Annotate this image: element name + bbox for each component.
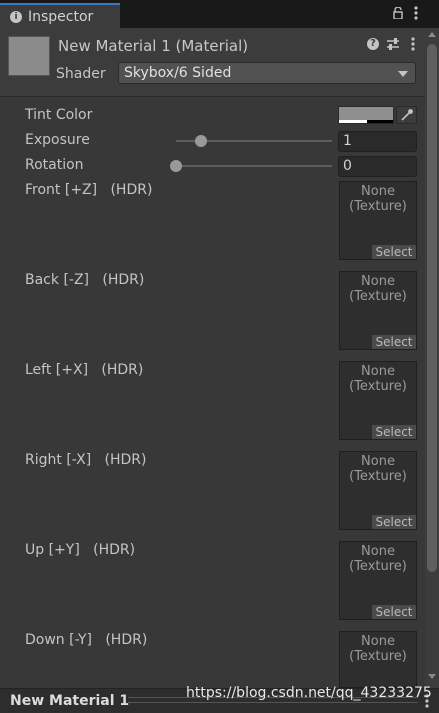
texture-none-text: None (Texture) (349, 454, 407, 484)
exposure-label: Exposure (25, 132, 90, 148)
texture-select-button[interactable]: Select (372, 425, 416, 439)
texture-label-left: Left [+X] (HDR) (25, 362, 144, 378)
lock-icon[interactable] (393, 7, 403, 19)
kebab-menu-icon[interactable] (414, 6, 418, 20)
texture-label-down: Down [-Y] (HDR) (25, 632, 148, 648)
tint-color-field[interactable] (338, 106, 394, 124)
tint-color-label: Tint Color (25, 107, 93, 123)
material-header: New Material 1 (Material) ? Shader Skybo… (0, 28, 425, 96)
scrollbar-thumb[interactable] (427, 44, 437, 572)
rotation-slider[interactable] (176, 165, 332, 167)
scroll-down-arrow-icon[interactable] (428, 674, 436, 679)
eyedropper-button[interactable] (396, 106, 417, 124)
texture-select-button[interactable]: Select (372, 245, 416, 259)
texture-none-text: None (Texture) (349, 184, 407, 214)
eyedropper-icon (401, 109, 413, 121)
watermark: https://blog.csdn.net/qq_43233275 (186, 685, 432, 701)
texture-label-back: Back [-Z] (HDR) (25, 272, 145, 288)
alpha-bar-fill (339, 120, 368, 123)
help-icon[interactable]: ? (367, 38, 379, 50)
texture-label-right: Right [-X] (HDR) (25, 452, 147, 468)
scroll-up-arrow-icon[interactable] (428, 32, 436, 37)
shader-dropdown[interactable]: Skybox/6 Sided (118, 62, 416, 84)
rotation-slider-thumb[interactable] (170, 160, 182, 172)
texture-none-text: None (Texture) (349, 544, 407, 574)
kebab-menu-icon[interactable] (411, 37, 415, 51)
texture-slot-right[interactable]: None (Texture) Select (339, 451, 417, 530)
texture-label-front: Front [+Z] (HDR) (25, 182, 153, 198)
tab-label: Inspector (28, 8, 94, 25)
material-title: New Material 1 (Material) (58, 37, 249, 55)
texture-slot-back[interactable]: None (Texture) Select (339, 271, 417, 350)
exposure-field[interactable]: 1 (338, 131, 417, 152)
texture-select-button[interactable]: Select (372, 515, 416, 529)
texture-slot-down[interactable]: None (Texture) (339, 631, 417, 688)
rotation-field[interactable]: 0 (338, 156, 417, 177)
texture-select-button[interactable]: Select (372, 335, 416, 349)
texture-slot-up[interactable]: None (Texture) Select (339, 541, 417, 620)
preset-icon[interactable] (386, 37, 400, 51)
exposure-slider-thumb[interactable] (194, 135, 207, 147)
texture-select-button[interactable]: Select (372, 605, 416, 619)
texture-none-text: None (Texture) (349, 364, 407, 394)
texture-none-text: None (Texture) (349, 634, 407, 664)
rotation-label: Rotation (25, 157, 84, 173)
material-preview-thumbnail (8, 36, 50, 76)
footer-title: New Material 1 (10, 693, 130, 709)
shader-label: Shader (56, 66, 106, 82)
shader-value: Skybox/6 Sided (124, 65, 232, 81)
texture-none-text: None (Texture) (349, 274, 407, 304)
texture-slot-front[interactable]: None (Texture) Select (339, 181, 417, 260)
info-icon: i (10, 10, 22, 23)
texture-slot-left[interactable]: None (Texture) Select (339, 361, 417, 440)
tab-bar: i Inspector (0, 0, 439, 28)
dropdown-arrow-icon (398, 71, 408, 77)
tab-inspector[interactable]: i Inspector (0, 3, 120, 28)
texture-label-up: Up [+Y] (HDR) (25, 542, 136, 558)
header-divider (0, 96, 425, 97)
